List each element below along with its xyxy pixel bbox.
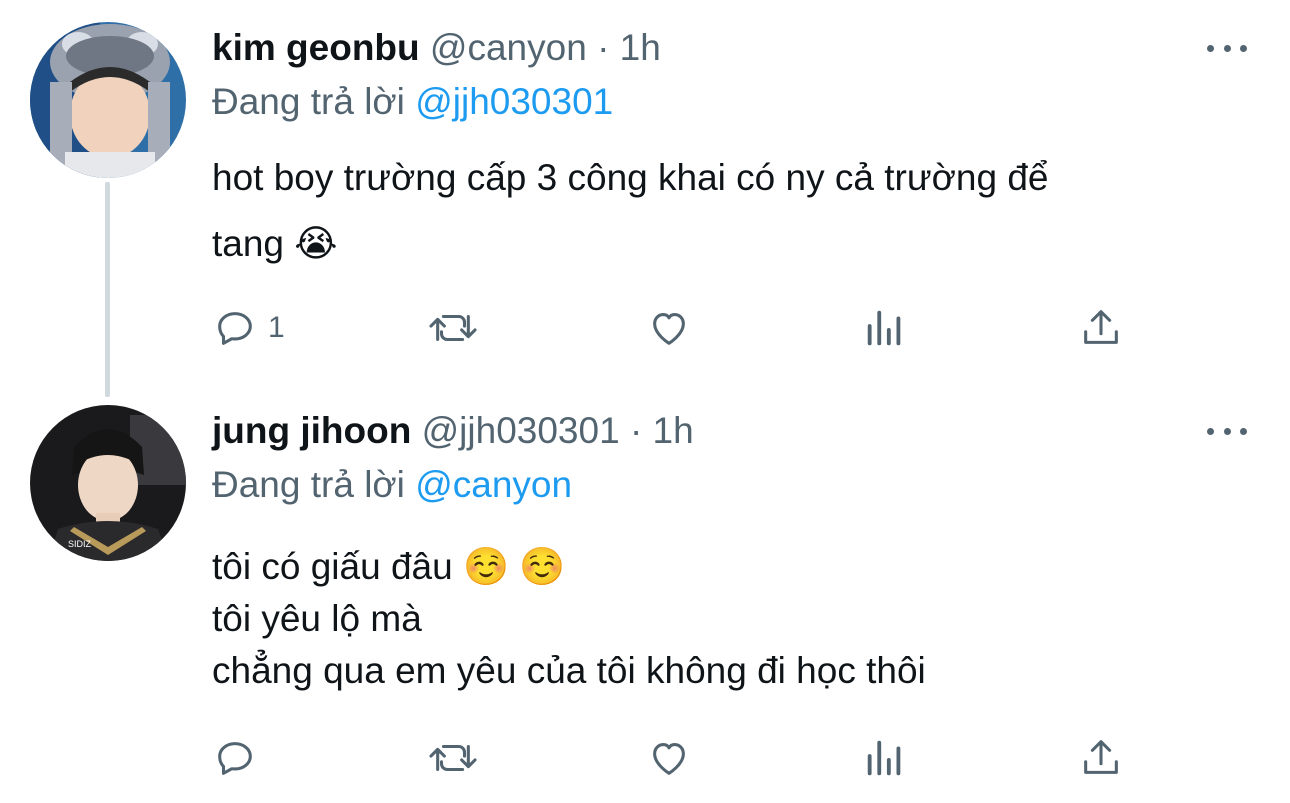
like-button[interactable] xyxy=(645,733,693,783)
retweet-icon xyxy=(429,744,477,772)
action-bar: 1 xyxy=(0,303,1290,353)
reply-icon xyxy=(218,312,252,345)
share-button[interactable] xyxy=(1078,733,1124,783)
analytics-icon xyxy=(867,310,901,346)
replying-to-label: Đang trả lời xyxy=(212,464,405,505)
reply-button[interactable] xyxy=(212,733,268,783)
heart-icon xyxy=(653,743,685,775)
action-bar xyxy=(0,733,1290,783)
more-dot xyxy=(1223,427,1231,435)
tweet-text: tôi có giấu đâu ☺️ ☺️ tôi yêu lộ mà chẳn… xyxy=(212,541,926,697)
reply-button[interactable]: 1 xyxy=(212,303,285,353)
retweet-button[interactable] xyxy=(425,303,481,353)
timestamp[interactable]: 1h xyxy=(620,27,661,68)
tweet-text: hot boy trường cấp 3 công khai có ny cả … xyxy=(212,145,1232,277)
display-name[interactable]: jung jihoon xyxy=(212,410,411,451)
separator-dot: · xyxy=(629,410,643,451)
more-dot xyxy=(1223,44,1231,52)
more-icon[interactable] xyxy=(1207,38,1247,58)
tweet-text-line: tôi có giấu đâu ☺️ ☺️ xyxy=(212,546,566,587)
user-handle[interactable]: @jjh030301 xyxy=(422,410,620,451)
avatar-image: SIDIZ xyxy=(30,405,186,561)
thread-connector-line xyxy=(105,182,110,397)
retweet-button[interactable] xyxy=(425,733,481,783)
share-icon xyxy=(1084,310,1118,344)
tweet-header: kim geonbu @canyon · 1h xyxy=(212,26,661,70)
tweet-text-line: chẳng qua em yêu của tôi không đi học th… xyxy=(212,650,926,691)
mention-link[interactable]: @canyon xyxy=(415,464,572,505)
more-icon[interactable] xyxy=(1207,421,1247,441)
analytics-icon xyxy=(867,740,901,776)
retweet-icon xyxy=(429,314,477,342)
heart-icon xyxy=(653,313,685,345)
avatar-image xyxy=(30,22,186,178)
display-name[interactable]: kim geonbu xyxy=(212,27,420,68)
more-dot xyxy=(1207,427,1214,435)
share-icon xyxy=(1084,740,1118,774)
reply-icon xyxy=(218,742,252,775)
user-handle[interactable]: @canyon xyxy=(430,27,587,68)
like-button[interactable] xyxy=(645,303,693,353)
avatar[interactable] xyxy=(30,22,186,178)
more-dot xyxy=(1240,44,1247,52)
tweet-text-line: tôi yêu lộ mà xyxy=(212,598,422,639)
replying-to-label: Đang trả lời xyxy=(212,81,405,122)
mention-link[interactable]: @jjh030301 xyxy=(415,81,613,122)
tweet-header: jung jihoon @jjh030301 · 1h xyxy=(212,409,694,453)
share-button[interactable] xyxy=(1078,303,1124,353)
more-dot xyxy=(1207,44,1214,52)
reply-count: 1 xyxy=(268,311,285,344)
svg-text:SIDIZ: SIDIZ xyxy=(68,539,92,549)
replying-to: Đang trả lời @jjh030301 xyxy=(212,80,613,124)
timestamp[interactable]: 1h xyxy=(653,410,694,451)
avatar[interactable]: SIDIZ xyxy=(30,405,186,561)
analytics-button[interactable] xyxy=(862,303,908,353)
tweet-text-line: hot boy trường cấp 3 công khai có ny cả … xyxy=(212,157,1049,198)
replying-to: Đang trả lời @canyon xyxy=(212,463,572,507)
more-dot xyxy=(1240,427,1247,435)
separator-dot: · xyxy=(597,27,610,68)
tweet-text-line: tang 😭 xyxy=(212,223,338,264)
analytics-button[interactable] xyxy=(862,733,908,783)
